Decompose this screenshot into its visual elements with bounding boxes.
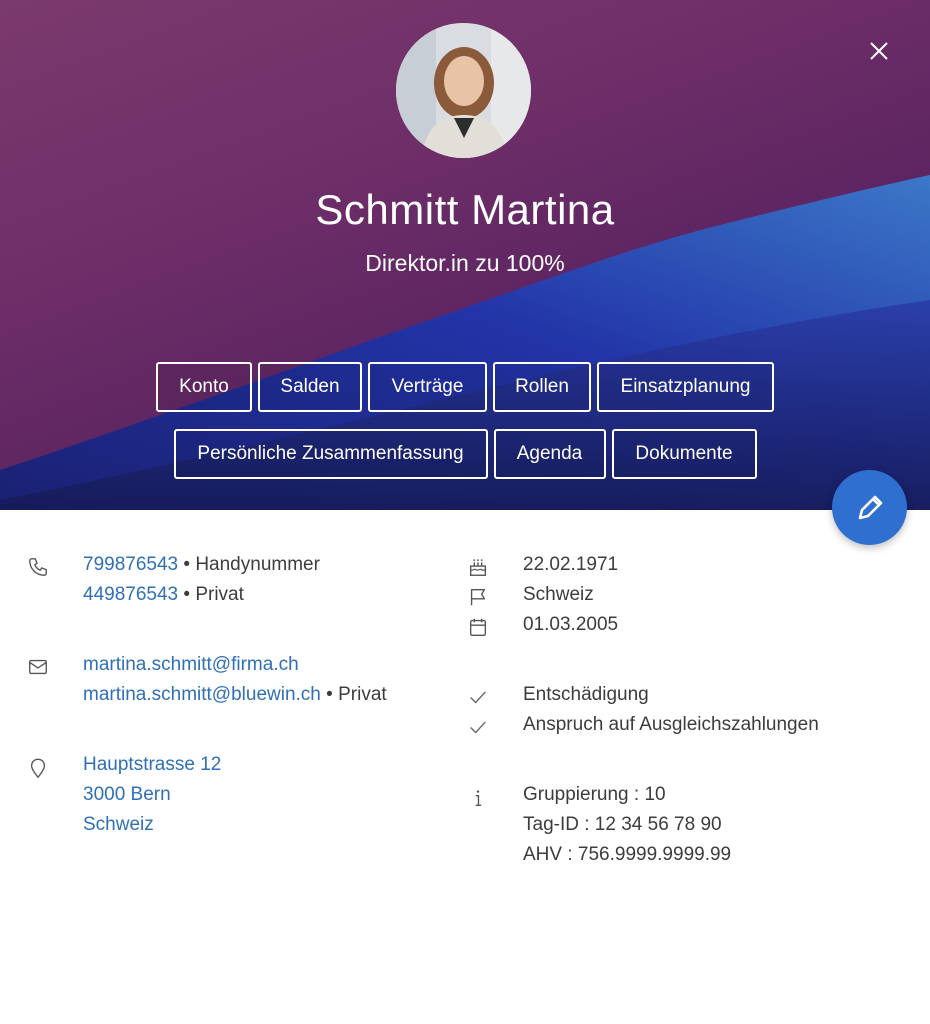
close-button[interactable] [862, 34, 896, 68]
birthdate: 22.02.1971 [523, 554, 619, 575]
employee-name: Schmitt Martina [315, 186, 615, 233]
phone-icon [26, 555, 50, 579]
tab-row-2: Persönliche Zusammenfassung Agenda Dokum… [0, 429, 930, 479]
email-link[interactable]: martina.schmitt@bluewin.ch [83, 684, 321, 705]
address-city[interactable]: 3000 Bern [83, 780, 221, 810]
tab-salden[interactable]: Salden [258, 362, 362, 412]
envelope-icon [26, 655, 50, 679]
phone-label: Handynummer [195, 554, 320, 575]
entry-date: 01.03.2005 [523, 614, 619, 635]
close-icon [870, 42, 888, 60]
info-grouping: Gruppierung : 10 [523, 784, 666, 805]
email-label: Privat [338, 684, 387, 705]
cake-icon [466, 555, 490, 579]
address-street[interactable]: Hauptstrasse 12 [83, 750, 221, 780]
info-ahv: AHV : 756.9999.9999.99 [523, 844, 732, 865]
nationality: Schweiz [523, 584, 594, 605]
email-entry: martina.schmitt@bluewin.ch • Privat [83, 684, 387, 705]
edit-button[interactable] [832, 470, 907, 545]
avatar [396, 23, 531, 158]
tab-vertraege[interactable]: Verträge [368, 362, 487, 412]
pencil-icon [858, 495, 882, 519]
check-icon [466, 685, 490, 709]
phone-number-link[interactable]: 799876543 [83, 554, 178, 575]
address: Hauptstrasse 12 3000 Bern Schweiz [83, 750, 221, 840]
info-tag-id: Tag-ID : 12 34 56 78 90 [523, 814, 722, 835]
phone-label: Privat [195, 584, 244, 605]
employee-role: Direktor.in zu 100% [365, 250, 565, 276]
info-list: Gruppierung : 10 Tag-ID : 12 34 56 78 90… [523, 780, 731, 870]
avatar-photo [396, 23, 531, 158]
personal-details: 22.02.1971 Schweiz 01.03.2005 [523, 550, 618, 640]
phone-number-link[interactable]: 449876543 [83, 584, 178, 605]
tab-konto[interactable]: Konto [156, 362, 252, 412]
phone-entry: 799876543 • Handynummer [83, 554, 320, 575]
tab-agenda[interactable]: Agenda [493, 429, 606, 479]
profile-header: Schmitt Martina Direktor.in zu 100% Kont… [0, 0, 930, 510]
entitlements: Entschädigung Anspruch auf Ausgleichszah… [523, 680, 819, 740]
tab-row-1: Konto Salden Verträge Rollen Einsatzplan… [0, 362, 930, 412]
phone-list: 799876543 • Handynummer 449876543 • Priv… [83, 550, 320, 610]
check-icon [466, 715, 490, 739]
email-link[interactable]: martina.schmitt@firma.ch [83, 654, 299, 675]
tab-rollen[interactable]: Rollen [493, 362, 591, 412]
address-country[interactable]: Schweiz [83, 810, 221, 840]
email-list: martina.schmitt@firma.ch martina.schmitt… [83, 650, 387, 710]
tab-persoenliche-zusammenfassung[interactable]: Persönliche Zusammenfassung [173, 429, 488, 479]
phone-entry: 449876543 • Privat [83, 584, 244, 605]
tab-dokumente[interactable]: Dokumente [611, 429, 757, 479]
entitlement-item: Entschädigung [523, 684, 649, 705]
tab-einsatzplanung[interactable]: Einsatzplanung [597, 362, 774, 412]
email-entry: martina.schmitt@firma.ch [83, 650, 387, 680]
flag-icon [466, 585, 490, 609]
calendar-icon [466, 615, 490, 639]
info-icon [466, 786, 490, 810]
map-pin-icon [26, 756, 50, 780]
entitlement-item: Anspruch auf Ausgleichszahlungen [523, 714, 819, 735]
